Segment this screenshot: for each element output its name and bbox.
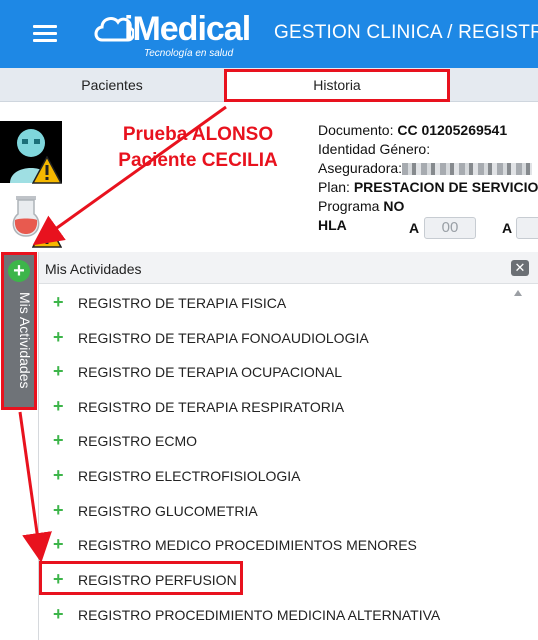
plus-icon: + bbox=[53, 604, 64, 624]
list-item-ecmo[interactable]: + REGISTRO ECMO bbox=[39, 423, 519, 457]
arrow-side-tab-to-perfusion bbox=[18, 411, 52, 563]
hamburger-menu-icon[interactable] bbox=[33, 25, 57, 43]
warning-icon bbox=[32, 220, 62, 248]
highlight-box-side-tab bbox=[1, 252, 37, 410]
app-logo: iMedical Tecnología en salud bbox=[94, 6, 254, 62]
plan-value: PRESTACION DE SERVICIO bbox=[353, 179, 538, 195]
plus-icon: + bbox=[53, 430, 64, 450]
plus-icon: + bbox=[53, 465, 64, 485]
hla-a2-field[interactable] bbox=[516, 217, 538, 239]
identidad-genero-label: Identidad Género: bbox=[318, 141, 431, 157]
warning-icon bbox=[32, 156, 62, 184]
plus-icon: + bbox=[53, 500, 64, 520]
aseguradora-redacted bbox=[402, 163, 533, 176]
hla-label: HLA bbox=[318, 217, 347, 233]
programa-label: Programa bbox=[318, 198, 380, 214]
list-item-label: REGISTRO DE TERAPIA OCUPACIONAL bbox=[78, 364, 342, 380]
plus-icon: + bbox=[53, 327, 64, 347]
list-item-medicina-alternativa[interactable]: + REGISTRO PROCEDIMIENTO MEDICINA ALTERN… bbox=[39, 597, 519, 631]
list-item-label: REGISTRO DE TERAPIA FISICA bbox=[78, 295, 287, 311]
plus-icon: + bbox=[53, 292, 64, 312]
programa-value: NO bbox=[383, 198, 405, 214]
tab-pacientes[interactable]: Pacientes bbox=[50, 68, 174, 102]
highlight-box-perfusion bbox=[39, 561, 243, 595]
list-item-label: REGISTRO MEDICO PROCEDIMIENTOS MENORES bbox=[78, 537, 417, 553]
documento-value: CC 01205269541 bbox=[397, 122, 508, 138]
panel-header: Mis Actividades ✕ bbox=[39, 252, 538, 284]
plan-label: Plan: bbox=[318, 179, 350, 195]
list-item-label: REGISTRO ELECTROFISIOLOGIA bbox=[78, 468, 301, 484]
plus-icon: + bbox=[53, 534, 64, 554]
aseguradora-label: Aseguradora: bbox=[318, 160, 403, 176]
hla-a1-field[interactable]: 00 bbox=[424, 217, 476, 239]
list-item-terapia-fonoaudiologia[interactable]: + REGISTRO DE TERAPIA FONOAUDIOLOGIA bbox=[39, 320, 519, 354]
panel-title: Mis Actividades bbox=[45, 261, 142, 277]
documento-label: Documento: bbox=[318, 122, 394, 138]
patient-name-line1: Prueba ALONSO bbox=[122, 124, 274, 145]
list-item-label: REGISTRO PROCEDIMIENTO MEDICINA ALTERNAT… bbox=[78, 607, 441, 623]
patient-name: Prueba ALONSO Paciente CECILIA bbox=[112, 122, 284, 174]
list-item-label: REGISTRO DE TERAPIA FONOAUDIOLOGIA bbox=[78, 330, 369, 346]
hla-a1-label: A bbox=[409, 220, 420, 236]
plus-icon: + bbox=[53, 361, 64, 381]
list-item-terapia-respiratoria[interactable]: + REGISTRO DE TERAPIA RESPIRATORIA bbox=[39, 389, 519, 423]
patient-name-line2: Paciente CECILIA bbox=[118, 150, 278, 171]
logo-text: iMedical bbox=[124, 10, 251, 48]
list-item-electrofisiologia[interactable]: + REGISTRO ELECTROFISIOLOGIA bbox=[39, 458, 519, 492]
list-item-procedimientos-menores[interactable]: + REGISTRO MEDICO PROCEDIMIENTOS MENORES bbox=[39, 527, 519, 561]
list-item-label: REGISTRO GLUCOMETRIA bbox=[78, 503, 258, 519]
breadcrumb: GESTION CLINICA / REGISTRO bbox=[274, 22, 538, 43]
list-item-terapia-ocupacional[interactable]: + REGISTRO DE TERAPIA OCUPACIONAL bbox=[39, 354, 519, 388]
list-item-label: REGISTRO ECMO bbox=[78, 433, 198, 449]
logo-tagline: Tecnología en salud bbox=[144, 48, 234, 59]
close-icon[interactable]: ✕ bbox=[511, 260, 529, 276]
list-item-label: REGISTRO DE TERAPIA RESPIRATORIA bbox=[78, 399, 345, 415]
highlight-box-historia bbox=[224, 69, 450, 102]
plus-icon: + bbox=[53, 396, 64, 416]
list-item-terapia-fisica[interactable]: + REGISTRO DE TERAPIA FISICA bbox=[39, 285, 519, 319]
hla-a2-label: A bbox=[502, 220, 513, 236]
top-bar: iMedical Tecnología en salud GESTION CLI… bbox=[0, 0, 538, 68]
list-item-glucometria[interactable]: + REGISTRO GLUCOMETRIA bbox=[39, 493, 519, 527]
